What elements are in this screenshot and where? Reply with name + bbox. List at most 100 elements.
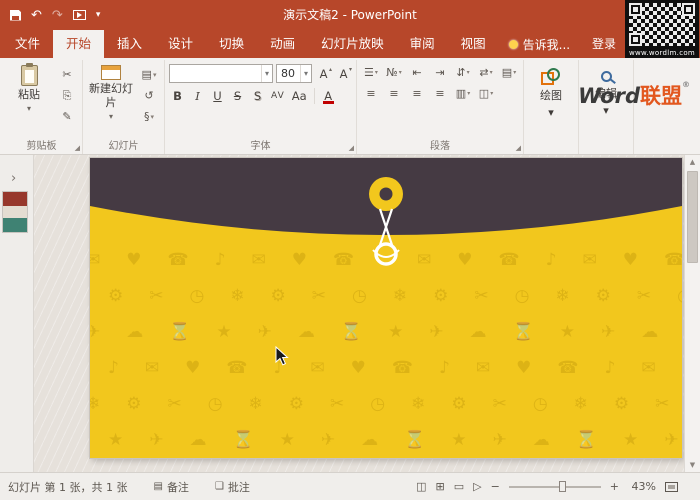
undo-icon[interactable]: ↶ — [31, 8, 42, 23]
slideshow-view-icon[interactable]: ▷ — [473, 480, 481, 493]
lightbulb-icon — [508, 39, 518, 49]
scrollbar-thumb[interactable] — [687, 171, 698, 263]
font-size-combo[interactable]: 80 ▾ — [276, 64, 312, 83]
slide-sorter-view-icon[interactable]: ⊞ — [435, 480, 444, 493]
expand-panel-icon[interactable]: › — [11, 171, 16, 186]
font-dialog-launcher-icon[interactable]: ◢ — [349, 144, 354, 152]
reading-view-icon[interactable]: ▭ — [454, 480, 464, 493]
zoom-slider-thumb[interactable] — [559, 480, 567, 492]
text-direction-button[interactable]: ⇄ ▾ — [476, 64, 496, 81]
thumbnail-panel: › — [0, 155, 34, 472]
bold-button[interactable]: B — [169, 87, 186, 105]
tab-view[interactable]: 视图 — [448, 30, 499, 58]
tab-animations[interactable]: 动画 — [257, 30, 308, 58]
comments-button[interactable]: ❑ 批注 — [215, 479, 250, 495]
justify-button[interactable]: ≡ — [430, 85, 450, 102]
align-left-button[interactable]: ≡ — [361, 85, 381, 102]
status-bar: 幻灯片 第 1 张，共 1 张 ▤ 备注 ❑ 批注 ◫ ⊞ ▭ ▷ − + 43… — [0, 472, 700, 500]
tab-home[interactable]: 开始 — [53, 30, 105, 58]
text-direction-icon: ⇄ — [479, 66, 489, 79]
ribbon: 粘贴 ▾ ✂ ⎘ ✎ 剪贴板 ◢ 新建幻灯片 ▾ ▤ ▾ ↺ § ▾ 幻灯片 ▾… — [0, 58, 700, 155]
increase-indent-button[interactable]: ⇥ — [430, 64, 450, 81]
italic-button[interactable]: I — [189, 87, 206, 105]
redo-icon[interactable]: ↷ — [52, 8, 63, 23]
clipboard-dialog-launcher-icon[interactable]: ◢ — [75, 144, 80, 152]
align-left-icon: ≡ — [366, 87, 376, 100]
slide-thumbnail[interactable] — [2, 191, 28, 233]
strikethrough-button[interactable]: S — [229, 87, 246, 105]
window-title: 演示文稿2 - PowerPoint — [283, 8, 417, 22]
grow-font-button[interactable]: A ▴ — [315, 65, 332, 83]
decrease-indent-icon: ⇤ — [412, 66, 422, 79]
paste-button[interactable]: 粘贴 ▾ — [5, 62, 53, 138]
save-icon[interactable] — [10, 9, 21, 21]
font-group: ▾ 80 ▾ A ▴ A ▾ B I U S S AV Aa A 字体 ◢ — [165, 60, 357, 154]
align-center-button[interactable]: ≡ — [384, 85, 404, 102]
tab-transitions[interactable]: 切换 — [206, 30, 257, 58]
tab-file[interactable]: 文件 — [2, 30, 53, 58]
clipboard-group: 粘贴 ▾ ✂ ⎘ ✎ 剪贴板 ◢ — [1, 60, 83, 154]
font-size-value: 80 — [281, 67, 295, 80]
paragraph-group: ☰ ▾ № ▾ ⇤ ⇥ ⇵ ▾ ⇄ ▾ ▤ ▾ ≡ ≡ ≡ ≡ ▥ ▾ ◫ ▾ 段落 ◢ — [357, 60, 524, 154]
chevron-down-icon[interactable]: ▾ — [299, 65, 311, 82]
convert-smartart-button[interactable]: ◫ ▾ — [476, 85, 496, 102]
align-text-button[interactable]: ▤ ▾ — [499, 64, 519, 81]
line-spacing-button[interactable]: ⇵ ▾ — [453, 64, 473, 81]
align-right-icon: ≡ — [412, 87, 422, 100]
zoom-level[interactable]: 43% — [628, 480, 656, 493]
layout-button[interactable]: ▤ ▾ — [138, 66, 160, 83]
drawing-button[interactable]: 绘图 ▾ — [528, 62, 574, 138]
cut-button[interactable]: ✂ — [56, 66, 78, 83]
columns-button[interactable]: ▥ ▾ — [453, 85, 473, 102]
zoom-out-icon[interactable]: − — [491, 480, 500, 493]
cut-icon: ✂ — [62, 68, 72, 81]
decrease-indent-button[interactable]: ⇤ — [407, 64, 427, 81]
line-spacing-icon: ⇵ — [456, 66, 466, 79]
section-button[interactable]: § ▾ — [138, 108, 160, 125]
tab-design[interactable]: 设计 — [155, 30, 206, 58]
change-case-button[interactable]: Aa — [290, 87, 309, 105]
notes-button[interactable]: ▤ 备注 — [153, 479, 188, 495]
bullets-button[interactable]: ☰ ▾ — [361, 64, 381, 81]
new-slide-button[interactable]: 新建幻灯片 ▾ — [87, 62, 135, 138]
paragraph-dialog-launcher-icon[interactable]: ◢ — [516, 144, 521, 152]
character-spacing-button[interactable]: AV — [269, 87, 287, 105]
tab-insert[interactable]: 插入 — [104, 30, 155, 58]
start-slideshow-icon[interactable] — [72, 10, 86, 20]
underline-button[interactable]: U — [209, 87, 226, 105]
drawing-group: 绘图 ▾ — [524, 60, 579, 154]
font-group-label: 字体 — [250, 141, 271, 152]
align-right-button[interactable]: ≡ — [407, 85, 427, 102]
shrink-font-button[interactable]: A ▾ — [335, 65, 352, 83]
slide-canvas[interactable]: ✉♥☎♪✉♥☎♪✉♥☎♪✉♥☎♪⚙✂◷❄⚙✂◷❄⚙✂◷❄⚙✂◷❄✈☁⌛★✈☁⌛★… — [90, 158, 682, 458]
scroll-up-icon[interactable]: ▲ — [685, 155, 700, 169]
reset-button[interactable]: ↺ — [138, 87, 160, 104]
vertical-scrollbar[interactable]: ▲ ▼ — [684, 155, 700, 472]
copy-icon: ⎘ — [62, 88, 72, 102]
customize-qat-icon[interactable]: ▾ — [96, 10, 101, 20]
slide-number-indicator: 幻灯片 第 1 张，共 1 张 — [8, 480, 128, 494]
numbering-button[interactable]: № ▾ — [384, 64, 404, 81]
text-shadow-button[interactable]: S — [249, 87, 266, 105]
justify-icon: ≡ — [435, 87, 445, 100]
scroll-down-icon[interactable]: ▼ — [685, 458, 700, 472]
normal-view-icon[interactable]: ◫ — [416, 480, 426, 493]
reset-icon: ↺ — [144, 89, 154, 102]
qr-caption: www.wordlm.com — [628, 49, 696, 57]
envelope-string-tie — [369, 177, 403, 266]
tell-me-box[interactable]: 告诉我... — [499, 30, 580, 58]
fit-slide-to-window-icon[interactable] — [665, 481, 678, 492]
copy-button[interactable]: ⎘ — [56, 87, 78, 104]
quick-access-toolbar: ↶ ↷ ▾ — [0, 8, 100, 23]
zoom-in-icon[interactable]: + — [610, 480, 619, 493]
chevron-down-icon[interactable]: ▾ — [260, 65, 272, 82]
font-name-combo[interactable]: ▾ — [169, 64, 273, 83]
tab-review[interactable]: 审阅 — [397, 30, 448, 58]
tab-slideshow[interactable]: 幻灯片放映 — [308, 30, 397, 58]
new-slide-icon — [101, 65, 121, 80]
align-center-icon: ≡ — [389, 87, 399, 100]
format-painter-button[interactable]: ✎ — [56, 108, 78, 125]
slides-group-label: 幻灯片 — [108, 141, 139, 152]
zoom-slider[interactable] — [508, 480, 601, 492]
font-color-button[interactable]: A — [320, 87, 337, 105]
